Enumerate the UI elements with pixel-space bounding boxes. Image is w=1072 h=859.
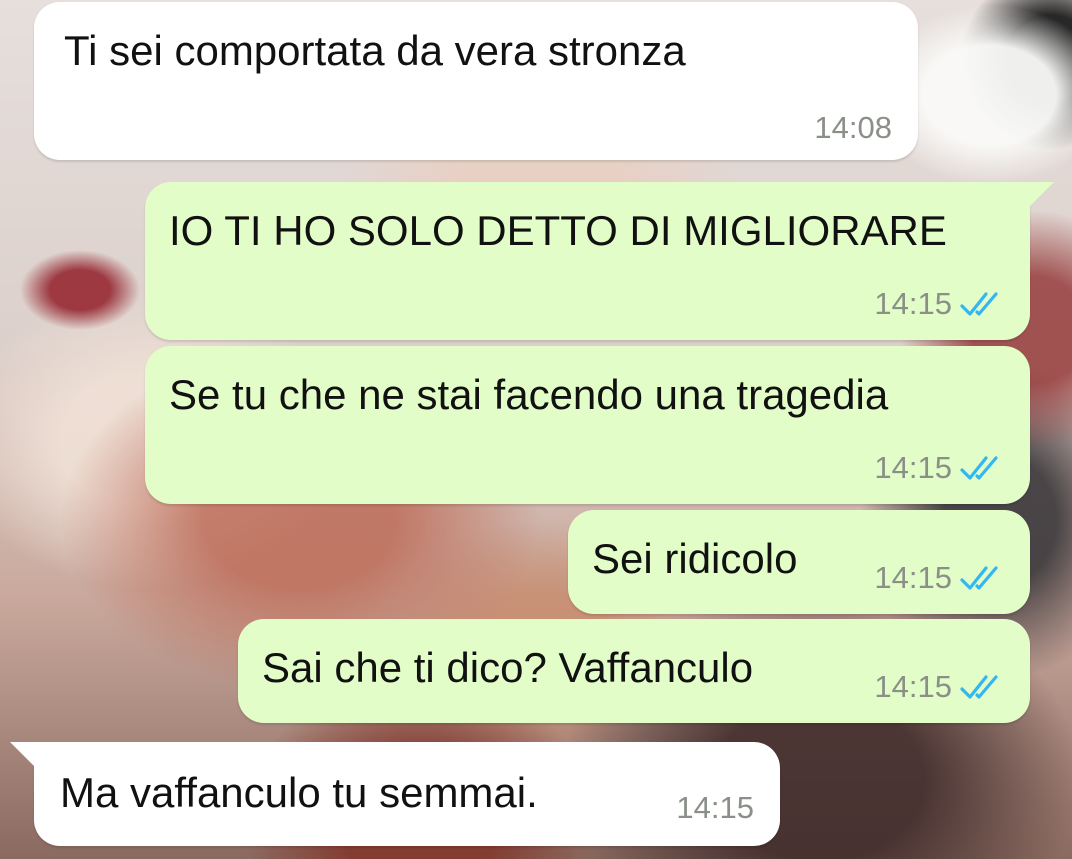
message-bubble-outgoing[interactable]: Sai che ti dico? Vaffanculo 14:15: [238, 619, 1030, 723]
message-text: Sei ridicolo: [592, 535, 798, 582]
double-check-icon: [960, 456, 998, 480]
message-time: 14:15: [676, 790, 754, 825]
message-bubble-outgoing[interactable]: Se tu che ne stai facendo una tragedia 1…: [145, 346, 1030, 504]
double-check-icon: [960, 566, 998, 590]
message-time: 14:15: [874, 286, 952, 321]
bubble-tail: [10, 742, 36, 768]
message-text: Se tu che ne stai facendo una tragedia: [169, 371, 889, 418]
message-text: Ma vaffanculo tu semmai.: [60, 769, 538, 816]
message-time: 14:15: [874, 560, 952, 595]
double-check-icon: [960, 292, 998, 316]
message-bubble-outgoing[interactable]: Sei ridicolo 14:15: [568, 510, 1030, 614]
message-bubble-incoming[interactable]: Ti sei comportata da vera stronza 14:08: [34, 2, 918, 160]
message-text: Ti sei comportata da vera stronza: [64, 27, 686, 74]
message-meta: 14:08: [814, 110, 892, 146]
message-meta: 14:15: [874, 286, 1004, 322]
message-bubble-outgoing[interactable]: IO TI HO SOLO DETTO DI MIGLIORARE 14:15: [145, 182, 1054, 340]
message-meta: 14:15: [874, 669, 1004, 705]
message-text: IO TI HO SOLO DETTO DI MIGLIORARE: [169, 207, 947, 254]
double-check-icon: [960, 675, 998, 699]
message-meta: 14:15: [676, 790, 754, 826]
message-bubble-incoming[interactable]: Ma vaffanculo tu semmai. 14:15: [10, 742, 780, 846]
message-time: 14:15: [874, 450, 952, 485]
message-time: 14:15: [874, 669, 952, 704]
message-meta: 14:15: [874, 560, 1004, 596]
message-time: 14:08: [814, 110, 892, 145]
message-meta: 14:15: [874, 450, 1004, 486]
bubble-tail: [1028, 182, 1054, 208]
message-text: Sai che ti dico? Vaffanculo: [262, 644, 754, 691]
